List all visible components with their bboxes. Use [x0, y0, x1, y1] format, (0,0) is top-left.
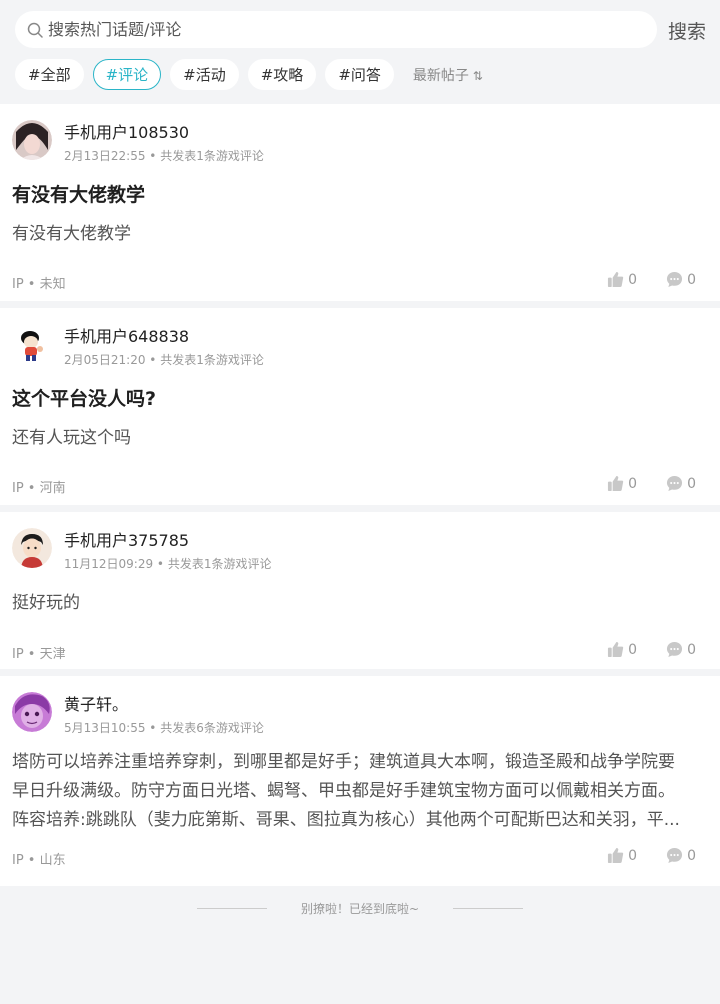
- post-body-line: 早日升级满级。防守方面日光塔、蝎弩、甲虫都是好手建筑宝物方面可以佩戴相关方面。: [12, 781, 675, 801]
- comment-count: 0: [687, 641, 696, 658]
- post-card[interactable]: 手机用户108530 2月13日22:55 • 共发表1条游戏评论 有没有大佬教…: [0, 104, 720, 301]
- post-meta: 2月13日22:55 • 共发表1条游戏评论: [64, 149, 264, 163]
- ip-location: IP • 天津: [12, 647, 66, 662]
- search-box[interactable]: [15, 11, 657, 48]
- like-count: 0: [628, 271, 637, 288]
- ip-location: IP • 山东: [12, 853, 66, 868]
- like-count: 0: [628, 475, 637, 492]
- tag-review[interactable]: #评论: [92, 59, 162, 90]
- comment-button[interactable]: 0: [666, 271, 696, 288]
- post-title: 这个平台没人吗?: [12, 388, 157, 410]
- tag-filter-bar: #全部 #评论 #活动 #攻略 #问答 最新帖子 ⇅: [15, 59, 483, 90]
- ip-location: IP • 河南: [12, 481, 66, 496]
- post-card[interactable]: 手机用户375785 11月12日09:29 • 共发表1条游戏评论 挺好玩的 …: [0, 512, 720, 669]
- tag-activity[interactable]: #活动: [170, 59, 239, 90]
- comment-icon: [667, 847, 683, 864]
- comment-count: 0: [687, 475, 696, 492]
- avatar[interactable]: [12, 120, 52, 160]
- end-of-list: 别撩啦！已经到底啦~: [0, 886, 720, 930]
- username[interactable]: 手机用户375785: [64, 527, 189, 551]
- username[interactable]: 手机用户648838: [64, 323, 189, 347]
- post-title: 有没有大佬教学: [12, 184, 146, 206]
- like-button[interactable]: 0: [607, 847, 637, 864]
- thumbs-up-icon: [608, 641, 624, 658]
- divider: [453, 907, 524, 909]
- username[interactable]: 手机用户108530: [64, 119, 189, 143]
- post-body: 有没有大佬教学: [12, 224, 131, 244]
- tag-guide[interactable]: #攻略: [247, 59, 317, 90]
- like-count: 0: [628, 641, 637, 658]
- post-card[interactable]: 黄子轩。 5月13日10:55 • 共发表6条游戏评论 塔防可以培养注重培养穿刺…: [0, 676, 720, 886]
- avatar[interactable]: [12, 324, 52, 364]
- like-button[interactable]: 0: [607, 641, 637, 658]
- post-meta: 5月13日10:55 • 共发表6条游戏评论: [64, 721, 264, 735]
- avatar[interactable]: [12, 528, 52, 568]
- end-text: 别撩啦！已经到底啦~: [300, 901, 420, 916]
- post-body: 还有人玩这个吗: [12, 428, 131, 448]
- search-icon: [27, 22, 43, 38]
- comment-button[interactable]: 0: [666, 847, 696, 864]
- divider: [196, 907, 267, 909]
- sort-label: 最新帖子: [412, 67, 469, 84]
- sort-dropdown[interactable]: 最新帖子 ⇅: [413, 65, 483, 85]
- comment-count: 0: [687, 847, 696, 864]
- sort-arrows-icon: ⇅: [468, 68, 483, 83]
- thumbs-up-icon: [608, 847, 624, 864]
- post-body-line: 阵容培养:跳跳队（斐力庇第斯、哥果、图拉真为核心）其他两个可配斯巴达和关羽，平.…: [12, 810, 680, 830]
- like-button[interactable]: 0: [607, 475, 637, 492]
- thumbs-up-icon: [608, 475, 624, 492]
- comment-icon: [667, 475, 683, 492]
- tag-all[interactable]: #全部: [15, 59, 84, 90]
- comment-icon: [667, 271, 683, 288]
- comment-icon: [667, 641, 683, 658]
- search-input[interactable]: [48, 20, 608, 39]
- comment-button[interactable]: 0: [666, 475, 696, 492]
- username[interactable]: 黄子轩。: [64, 691, 128, 715]
- thumbs-up-icon: [608, 271, 624, 288]
- top-bar: 搜索 #全部 #评论 #活动 #攻略 #问答 最新帖子 ⇅: [0, 0, 720, 104]
- post-body-line: 塔防可以培养注重培养穿刺，到哪里都是好手；建筑道具大本啊，锻造圣殿和战争学院要: [12, 752, 675, 772]
- avatar[interactable]: [12, 692, 52, 732]
- post-body: 塔防可以培养注重培养穿刺，到哪里都是好手；建筑道具大本啊，锻造圣殿和战争学院要 …: [12, 748, 708, 835]
- like-button[interactable]: 0: [607, 271, 637, 288]
- like-count: 0: [628, 847, 637, 864]
- post-body: 挺好玩的: [12, 593, 80, 613]
- comment-button[interactable]: 0: [666, 641, 696, 658]
- post-meta: 11月12日09:29 • 共发表1条游戏评论: [64, 557, 272, 571]
- ip-location: IP • 未知: [12, 277, 66, 292]
- comment-count: 0: [687, 271, 696, 288]
- search-button[interactable]: 搜索: [668, 17, 706, 44]
- tag-qa[interactable]: #问答: [325, 59, 394, 90]
- post-card[interactable]: 手机用户648838 2月05日21:20 • 共发表1条游戏评论 这个平台没人…: [0, 308, 720, 505]
- post-meta: 2月05日21:20 • 共发表1条游戏评论: [64, 353, 264, 367]
